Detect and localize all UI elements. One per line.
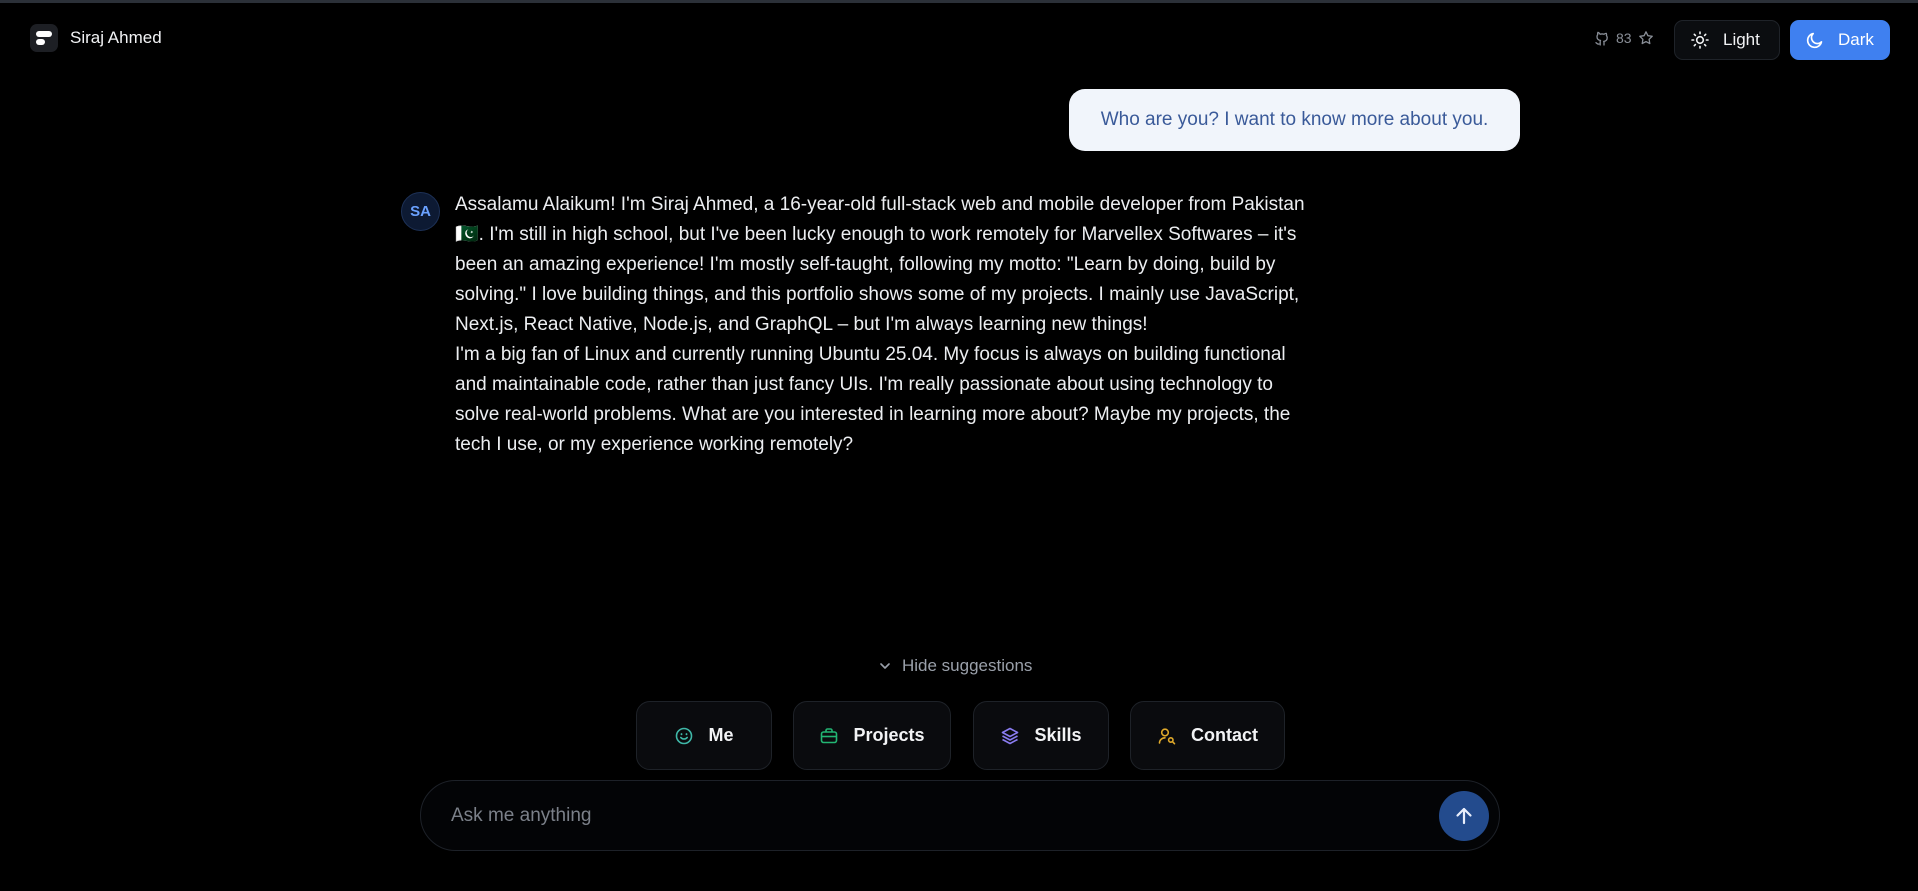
send-button[interactable] — [1439, 791, 1489, 841]
hide-suggestions-toggle[interactable]: Hide suggestions — [878, 656, 1032, 676]
moon-icon — [1806, 31, 1824, 49]
light-theme-button[interactable]: Light — [1674, 20, 1780, 60]
suggestion-chips: Me Projects Skills Contact — [0, 701, 1918, 771]
smile-icon — [674, 726, 694, 746]
assistant-avatar: SA — [401, 192, 440, 231]
arrow-up-icon — [1452, 804, 1476, 828]
dark-theme-label: Dark — [1838, 30, 1874, 49]
suggestion-contact-button[interactable]: Contact — [1130, 701, 1285, 770]
assistant-message: Assalamu Alaikum! I'm Siraj Ahmed, a 16-… — [455, 190, 1315, 460]
light-theme-label: Light — [1723, 30, 1760, 49]
github-stars-link[interactable]: 83 — [1594, 30, 1654, 46]
sun-icon — [1691, 31, 1709, 49]
brand-name: Siraj Ahmed — [70, 28, 162, 47]
suggestion-contact-label: Contact — [1191, 725, 1258, 745]
chat-input-bar — [420, 780, 1500, 851]
user-message: Who are you? I want to know more about y… — [1069, 89, 1520, 151]
star-icon — [1638, 30, 1654, 46]
chevron-down-icon — [878, 659, 892, 673]
suggestion-me-label: Me — [708, 725, 734, 745]
chat-input[interactable] — [451, 799, 1411, 833]
assistant-paragraph: Assalamu Alaikum! I'm Siraj Ahmed, a 16-… — [455, 194, 1305, 335]
assistant-paragraph: I'm a big fan of Linux and currently run… — [455, 344, 1291, 455]
hide-suggestions-label: Hide suggestions — [902, 656, 1033, 675]
dark-theme-button[interactable]: Dark — [1790, 20, 1890, 60]
suggestion-skills-button[interactable]: Skills — [973, 701, 1109, 770]
logo-icon — [30, 24, 58, 52]
user-search-icon — [1157, 726, 1177, 746]
github-star-count: 83 — [1616, 30, 1632, 46]
layers-icon — [1000, 726, 1020, 746]
suggestion-me-button[interactable]: Me — [636, 701, 772, 770]
suggestion-projects-button[interactable]: Projects — [793, 701, 951, 770]
brand[interactable]: Siraj Ahmed — [30, 24, 162, 52]
suggestion-projects-label: Projects — [853, 725, 925, 745]
suggestion-skills-label: Skills — [1034, 725, 1082, 745]
header: Siraj Ahmed 83 Light Dark — [0, 3, 1918, 71]
briefcase-icon — [819, 726, 839, 746]
github-icon — [1594, 30, 1610, 46]
